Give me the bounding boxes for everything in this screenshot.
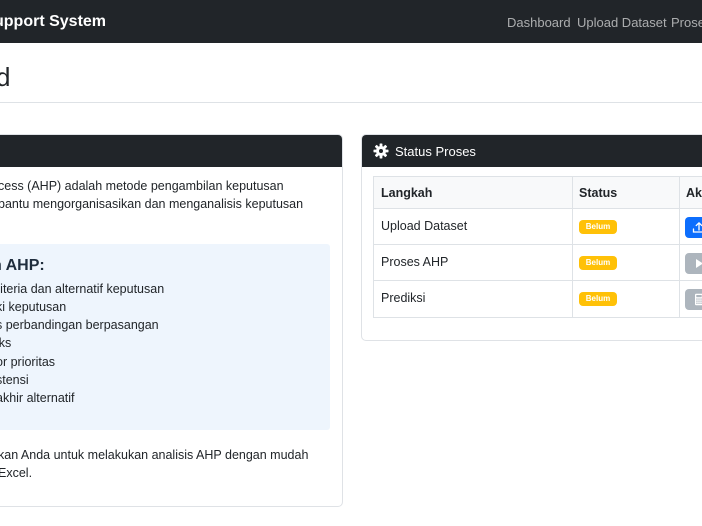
- calculator-icon: [695, 293, 702, 306]
- status-badge: Belum: [579, 220, 617, 234]
- navbar-brand[interactable]: upport System: [0, 13, 106, 31]
- ahp-step-item: akhir alternatif: [0, 391, 75, 405]
- page-title: d: [0, 62, 11, 92]
- nav-link-proses[interactable]: Prose: [671, 15, 702, 30]
- ahp-info-card-header: [0, 135, 342, 167]
- play-icon: [696, 259, 702, 268]
- step-name: Prediksi: [381, 291, 426, 305]
- column-header-status: Status: [579, 186, 618, 200]
- ahp-step-item: riteria dan alternatif keputusan: [0, 282, 165, 296]
- status-badge: Belum: [579, 256, 617, 270]
- nav-link-upload-dataset[interactable]: Upload Dataset: [577, 15, 667, 30]
- column-header-langkah: Langkah: [381, 186, 433, 200]
- table-row: Proses AHP Belum: [374, 245, 702, 281]
- intro-text-line: cess (AHP) adalah metode pengambilan kep…: [0, 179, 284, 193]
- title-divider: [0, 102, 702, 103]
- ahp-steps-title: n AHP:: [0, 257, 45, 274]
- intro-text-line: bantu mengorganisasikan dan menganalisis…: [0, 197, 304, 211]
- table-row: Prediksi Belum: [374, 281, 702, 317]
- gear-icon: [373, 143, 389, 159]
- status-table: Langkah Status Aks Upload Dataset Belum …: [373, 176, 702, 318]
- status-badge: Belum: [579, 292, 617, 306]
- status-proses-card-header: Status Proses: [362, 135, 702, 167]
- step-name: Upload Dataset: [381, 219, 468, 233]
- ahp-step-item: or prioritas: [0, 355, 56, 369]
- table-header-row: Langkah Status Aks: [374, 177, 702, 209]
- ahp-step-item: s perbandingan berpasangan: [0, 318, 159, 332]
- table-row: Upload Dataset Belum: [374, 209, 702, 245]
- footer-text-line: Excel.: [0, 466, 33, 480]
- process-ahp-button[interactable]: [685, 253, 702, 274]
- upload-icon: [692, 222, 702, 233]
- predict-button[interactable]: [685, 289, 702, 310]
- step-name: Proses AHP: [381, 255, 449, 269]
- footer-text-line: kan Anda untuk melakukan analisis AHP de…: [0, 448, 309, 462]
- status-proses-title: Status Proses: [395, 144, 476, 159]
- column-header-aksi: Aks: [686, 186, 702, 200]
- ahp-step-item: ki keputusan: [0, 300, 67, 314]
- nav-link-dashboard[interactable]: Dashboard: [507, 15, 571, 30]
- upload-button[interactable]: [685, 217, 702, 238]
- navbar: upport System Dashboard Upload Dataset P…: [0, 0, 702, 43]
- ahp-step-item: iks: [0, 336, 12, 350]
- ahp-step-item: stensi: [0, 373, 29, 387]
